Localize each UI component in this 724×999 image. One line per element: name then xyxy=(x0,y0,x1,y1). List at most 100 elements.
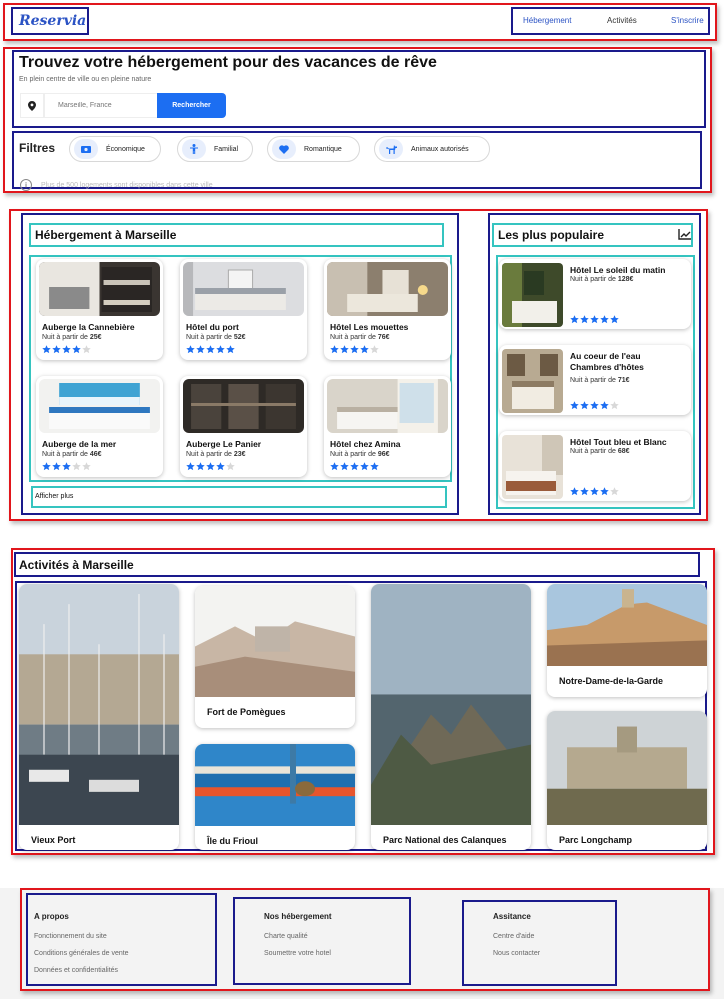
lodging-card[interactable]: Auberge la Cannebière Nuit à partir de 25… xyxy=(36,259,163,360)
footer-col-outline xyxy=(462,900,617,986)
lodging-photo xyxy=(183,262,304,316)
rating-stars xyxy=(570,401,619,410)
nav-link-inscrire[interactable]: S'inscrire xyxy=(671,16,704,25)
lodging-card[interactable]: Auberge Le Panier Nuit à partir de 23€ xyxy=(180,376,307,477)
lodging-name: Hôtel Les mouettes xyxy=(330,322,409,332)
lodging-card[interactable]: Hôtel du port Nuit à partir de 52€ xyxy=(180,259,307,360)
activity-name: Parc National des Calanques xyxy=(383,835,507,845)
star-icon xyxy=(600,487,609,496)
star-icon xyxy=(52,462,61,471)
star-icon xyxy=(580,401,589,410)
star-icon xyxy=(580,315,589,324)
lodging-name: Auberge Le Panier xyxy=(186,439,262,449)
activity-photo xyxy=(19,584,179,825)
filter-familial[interactable]: Familial xyxy=(177,136,253,162)
footer-link[interactable]: Soumettre votre hotel xyxy=(264,950,331,957)
star-icon xyxy=(350,345,359,354)
activity-card[interactable]: Parc Longchamp xyxy=(547,711,707,850)
activity-card[interactable]: Île du Frioul xyxy=(195,744,355,850)
star-icon xyxy=(206,345,215,354)
star-icon xyxy=(216,345,225,354)
lodging-card[interactable]: Hôtel Les mouettes Nuit à partir de 76€ xyxy=(324,259,451,360)
star-icon xyxy=(42,345,51,354)
filter-economique[interactable]: Économique xyxy=(69,136,161,162)
activity-name: Île du Frioul xyxy=(207,836,258,846)
star-icon xyxy=(600,401,609,410)
star-icon xyxy=(62,462,71,471)
activity-card[interactable]: Notre-Dame-de-la-Garde xyxy=(547,584,707,697)
show-more-link[interactable]: Afficher plus xyxy=(35,493,73,500)
activity-photo xyxy=(547,711,707,825)
filter-animaux[interactable]: Animaux autorisés xyxy=(374,136,490,162)
footer-column-title: Nos hébergement xyxy=(264,912,332,921)
footer-link[interactable]: Fonctionnement du site xyxy=(34,933,107,940)
lodging-name: Auberge la Cannebière xyxy=(42,322,135,332)
lodging-photo xyxy=(39,262,160,316)
filter-label: Animaux autorisés xyxy=(411,145,469,153)
footer-link[interactable]: Centre d'aide xyxy=(493,933,534,940)
lodging-price: Nuit à partir de 96€ xyxy=(330,451,390,458)
star-icon xyxy=(52,345,61,354)
star-icon xyxy=(196,345,205,354)
popular-card[interactable]: Hôtel Le soleil du matin Nuit à partir de… xyxy=(499,259,691,329)
page-subtitle: En plein centre de ville ou en pleine na… xyxy=(19,76,152,83)
activity-photo xyxy=(371,584,531,825)
more-outline xyxy=(31,486,447,508)
nav-link-activites[interactable]: Activités xyxy=(607,16,637,25)
popular-price: Nuit à partir de 128€ xyxy=(570,276,634,283)
popular-photo xyxy=(502,435,563,499)
filter-romantique[interactable]: Romantique xyxy=(267,136,360,162)
rating-stars xyxy=(330,462,379,471)
filter-label: Économique xyxy=(106,145,145,153)
footer-link[interactable]: Nous contacter xyxy=(493,950,540,957)
lodging-name: Auberge de la mer xyxy=(42,439,117,449)
activity-name: Vieux Port xyxy=(31,835,76,845)
star-icon xyxy=(186,345,195,354)
star-icon xyxy=(226,462,235,471)
popular-card[interactable]: Au coeur de l'eau Chambres d'hôtes Nuit à… xyxy=(499,345,691,415)
lodging-price: Nuit à partir de 76€ xyxy=(330,334,390,341)
rating-stars xyxy=(186,462,235,471)
rating-stars xyxy=(42,345,91,354)
lodging-card[interactable]: Hôtel chez Amina Nuit à partir de 96€ xyxy=(324,376,451,477)
lodging-card[interactable]: Auberge de la mer Nuit à partir de 46€ xyxy=(36,376,163,477)
footer-column-title: Assitance xyxy=(493,912,531,921)
rating-stars xyxy=(42,462,91,471)
footer-link[interactable]: Données et confidentialités xyxy=(34,967,118,974)
activity-card[interactable]: Fort de Pomègues xyxy=(195,586,355,728)
activity-photo xyxy=(195,744,355,826)
footer-link[interactable]: Conditions générales de vente xyxy=(34,950,129,957)
availability-text: Plus de 500 logements sont disponibles d… xyxy=(41,181,213,189)
money-icon xyxy=(74,139,98,159)
nav-link-hebergement[interactable]: Hébergement xyxy=(523,16,571,25)
star-icon xyxy=(340,462,349,471)
star-icon xyxy=(610,487,619,496)
star-icon xyxy=(340,345,349,354)
star-icon xyxy=(590,315,599,324)
star-icon xyxy=(370,345,379,354)
activity-photo xyxy=(195,586,355,697)
footer-column-title: A propos xyxy=(34,912,69,921)
trend-chart-icon xyxy=(678,229,691,240)
lodging-title: Hébergement à Marseille xyxy=(35,228,177,242)
lodging-photo xyxy=(183,379,304,433)
popular-card[interactable]: Hôtel Tout bleu et Blanc Nuit à partir de… xyxy=(499,431,691,501)
search-input[interactable] xyxy=(44,93,158,118)
footer-link[interactable]: Charte qualité xyxy=(264,933,308,940)
lodging-photo xyxy=(327,262,448,316)
footer-col-outline xyxy=(233,897,411,985)
lodging-photo xyxy=(39,379,160,433)
star-icon xyxy=(370,462,379,471)
lodging-price: Nuit à partir de 52€ xyxy=(186,334,246,341)
star-icon xyxy=(330,345,339,354)
activities-title: Activités à Marseille xyxy=(19,558,134,572)
rating-stars xyxy=(330,345,379,354)
star-icon xyxy=(62,345,71,354)
star-icon xyxy=(226,345,235,354)
star-icon xyxy=(580,487,589,496)
search-button[interactable]: Rechercher xyxy=(157,93,226,118)
activity-card[interactable]: Parc National des Calanques xyxy=(371,584,531,850)
logo[interactable]: Reservia xyxy=(19,13,86,29)
activity-card[interactable]: Vieux Port xyxy=(19,584,179,850)
availability-info: i Plus de 500 logements sont disponibles… xyxy=(20,179,213,191)
